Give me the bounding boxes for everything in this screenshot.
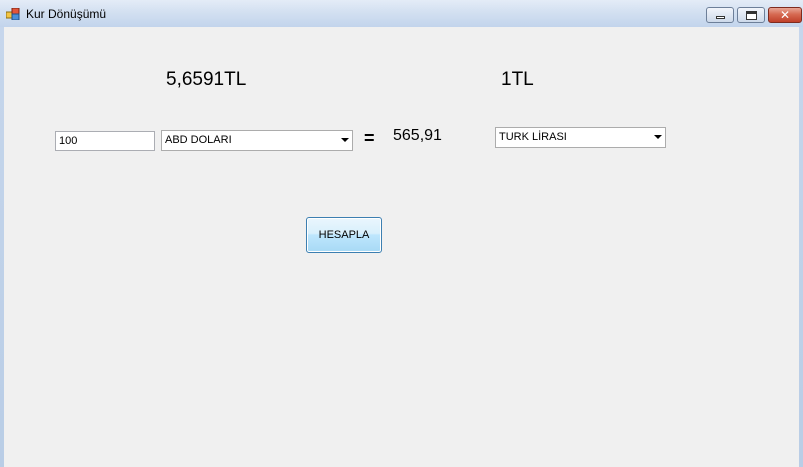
equals-sign: = xyxy=(364,128,375,148)
minimize-button[interactable] xyxy=(706,7,734,23)
app-window: Kur Dönüşümü ✕ 5,6591TL 1TL ABD DOLARI =… xyxy=(0,0,803,467)
title-bar[interactable]: Kur Dönüşümü ✕ xyxy=(0,0,803,27)
app-window-icon xyxy=(6,8,20,20)
chevron-down-icon[interactable] xyxy=(654,135,662,139)
maximize-icon xyxy=(746,11,757,20)
result-label: 565,91 xyxy=(393,127,442,144)
to-currency-value: TURK LİRASI xyxy=(499,131,567,143)
close-button[interactable]: ✕ xyxy=(768,7,802,23)
form-client-area: 5,6591TL 1TL ABD DOLARI = 565,91 TURK Lİ… xyxy=(4,27,799,467)
chevron-down-icon[interactable] xyxy=(341,138,349,142)
from-currency-value: ABD DOLARI xyxy=(165,134,232,146)
calculate-button[interactable]: HESAPLA xyxy=(306,217,382,253)
close-icon: ✕ xyxy=(779,8,791,22)
amount-input[interactable] xyxy=(55,131,155,151)
rate-label-to: 1TL xyxy=(501,69,534,90)
from-currency-select[interactable]: ABD DOLARI xyxy=(161,130,353,151)
rate-label-from: 5,6591TL xyxy=(166,69,247,90)
to-currency-select[interactable]: TURK LİRASI xyxy=(495,127,666,148)
window-title: Kur Dönüşümü xyxy=(26,7,107,21)
maximize-button[interactable] xyxy=(737,7,765,23)
minimize-icon xyxy=(716,16,725,19)
